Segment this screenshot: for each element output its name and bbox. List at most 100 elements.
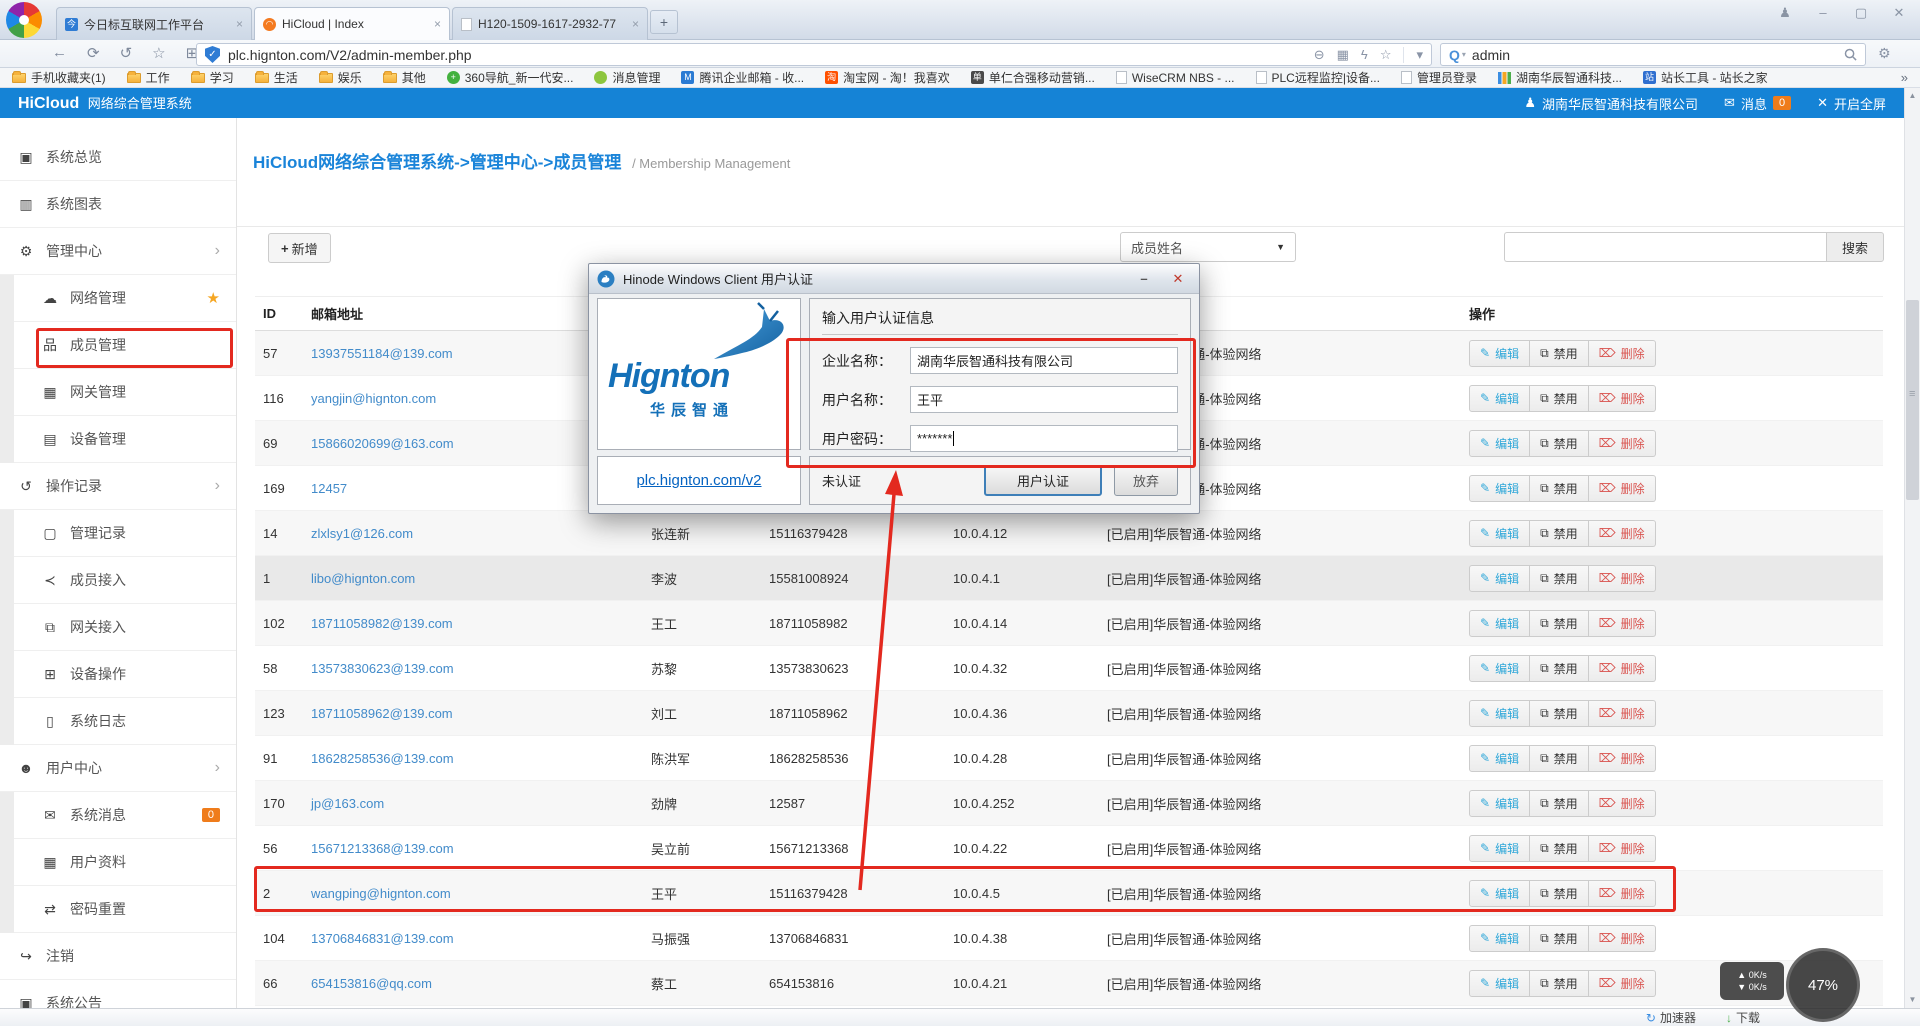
minimize-button[interactable]: – [1812,5,1834,21]
maximize-button[interactable]: ▢ [1850,5,1872,21]
disable-button[interactable]: ⧉禁用 [1530,790,1589,817]
dialog-minimize-button[interactable]: – [1131,271,1157,286]
sidebar-item-operation-records[interactable]: ↺操作记录› [0,463,236,510]
sidebar-item-user-profile[interactable]: ▦用户资料 [14,839,236,886]
browser-search-value[interactable]: admin [1472,47,1838,63]
row-email[interactable]: zlxlsy1@126.com [311,526,413,541]
bookmark-item[interactable]: +360导航_新一代安... [447,69,574,86]
edit-button[interactable]: ✎编辑 [1469,610,1530,637]
remove-button[interactable]: ⌦删除 [1589,385,1656,412]
sidebar-item-user-center[interactable]: ☻用户中心› [0,745,236,792]
qrcode-icon[interactable]: ▦ [1337,47,1349,63]
sidebar-item-system-logs[interactable]: ▯系统日志 [14,698,236,745]
edit-button[interactable]: ✎编辑 [1469,745,1530,772]
bookmarks-overflow-button[interactable]: » [1901,70,1908,85]
bookmark-item[interactable]: 学习 [191,69,234,86]
remove-button[interactable]: ⌦删除 [1589,430,1656,457]
row-email[interactable]: 18711058962@139.com [311,706,453,721]
bookmark-item[interactable]: 站站长工具 - 站长之家 [1643,69,1768,86]
company-field[interactable]: 湖南华辰智通科技有限公司 [910,347,1178,374]
disable-button[interactable]: ⧉禁用 [1530,430,1589,457]
search-engine-icon[interactable]: Q [1449,47,1460,63]
company-account[interactable]: ♟ 湖南华辰智通科技有限公司 [1524,94,1698,113]
sidebar-item-member-access[interactable]: ≺成员接入 [14,557,236,604]
disable-button[interactable]: ⧉禁用 [1530,565,1589,592]
sidebar-item-network-mgmt[interactable]: ☁网络管理★ [14,275,236,322]
edit-button[interactable]: ✎编辑 [1469,970,1530,997]
row-email[interactable]: 12457 [311,481,347,496]
row-email[interactable]: libo@hignton.com [311,571,415,586]
remove-button[interactable]: ⌦删除 [1589,565,1656,592]
remove-button[interactable]: ⌦删除 [1589,475,1656,502]
authenticate-button[interactable]: 用户认证 [984,465,1102,496]
sidebar-item-device-operations[interactable]: ⊞设备操作 [14,651,236,698]
edit-button[interactable]: ✎编辑 [1469,790,1530,817]
edit-button[interactable]: ✎编辑 [1469,880,1530,907]
sidebar-item-logout[interactable]: ↪注销 [0,933,236,980]
browser-search-box[interactable]: Q ▾ admin [1440,43,1866,66]
sidebar-item-admin-records[interactable]: ▢管理记录 [14,510,236,557]
disable-button[interactable]: ⧉禁用 [1530,385,1589,412]
disable-button[interactable]: ⧉禁用 [1530,745,1589,772]
row-email[interactable]: jp@163.com [311,796,384,811]
scroll-down-icon[interactable]: ▼ [1905,992,1920,1008]
bookmark-item[interactable]: WiseCRM NBS - ... [1116,71,1235,85]
sidebar-item-admin-center[interactable]: ⚙管理中心› [0,228,236,275]
edit-button[interactable]: ✎编辑 [1469,520,1530,547]
feedback-icon[interactable]: ♟ [1774,5,1796,21]
bookmark-item[interactable]: 湖南华辰智通科技... [1498,69,1622,86]
messages-menu[interactable]: ✉ 消息 0 [1724,94,1791,113]
edit-button[interactable]: ✎编辑 [1469,655,1530,682]
favorite-icon[interactable]: ☆ [152,44,165,62]
bookmark-item[interactable]: 生活 [255,69,298,86]
network-speed-widget[interactable]: ▲ 0K/s ▼ 0K/s [1720,962,1784,1000]
back-icon[interactable]: ← [52,44,67,62]
disable-button[interactable]: ⧉禁用 [1530,655,1589,682]
abandon-button[interactable]: 放弃 [1114,465,1178,496]
tab-close-icon[interactable]: × [434,17,441,31]
edit-button[interactable]: ✎编辑 [1469,385,1530,412]
bookmark-item[interactable]: 管理员登录 [1401,69,1477,86]
browser-tab[interactable]: ◠HiCloud | Index× [254,7,450,40]
tools-wrench-icon[interactable]: ⚙ [1878,45,1891,62]
disable-button[interactable]: ⧉禁用 [1530,520,1589,547]
address-bar[interactable]: ✓ plc.hignton.com/V2/admin-member.php ⊖ … [196,43,1432,66]
scrollbar-thumb[interactable] [1906,300,1919,500]
remove-button[interactable]: ⌦删除 [1589,970,1656,997]
edit-button[interactable]: ✎编辑 [1469,835,1530,862]
sidebar-item-gateway-mgmt[interactable]: ▦网关管理 [14,369,236,416]
forward-icon[interactable]: ⟳ [87,44,100,62]
refresh-icon[interactable]: ↺ [120,44,133,62]
remove-button[interactable]: ⌦删除 [1589,700,1656,727]
bookmark-item[interactable]: PLC远程监控|设备... [1256,69,1380,86]
new-tab-button[interactable]: + [650,10,678,34]
dialog-close-button[interactable]: ✕ [1165,271,1191,287]
row-email[interactable]: 15866020699@163.com [311,436,454,451]
bookmark-item[interactable]: 手机收藏夹(1) [12,69,106,86]
sidebar-item-system-overview[interactable]: ▣系统总览 [0,134,236,181]
bookmark-item[interactable]: 单单仁合强移动营销... [971,69,1095,86]
remove-button[interactable]: ⌦删除 [1589,340,1656,367]
flash-icon[interactable]: ϟ [1361,47,1368,62]
row-email[interactable]: 15671213368@139.com [311,841,454,856]
remove-button[interactable]: ⌦删除 [1589,880,1656,907]
edit-button[interactable]: ✎编辑 [1469,430,1530,457]
row-email[interactable]: wangping@hignton.com [311,886,451,901]
address-url[interactable]: plc.hignton.com/V2/admin-member.php [228,47,1306,63]
bookmark-item[interactable]: 淘淘宝网 - 淘！我喜欢 [825,69,950,86]
remove-button[interactable]: ⌦删除 [1589,745,1656,772]
tab-close-icon[interactable]: × [236,17,243,31]
sidebar-item-system-messages[interactable]: ✉系统消息0 [14,792,236,839]
scroll-up-icon[interactable]: ▲ [1905,88,1920,104]
browser-logo[interactable] [6,2,42,38]
browser-tab[interactable]: 今今日标互联网工作平台× [56,7,252,40]
edit-button[interactable]: ✎编辑 [1469,925,1530,952]
disable-button[interactable]: ⧉禁用 [1530,340,1589,367]
password-field[interactable]: ******* [910,425,1178,452]
disable-button[interactable]: ⧉禁用 [1530,475,1589,502]
remove-button[interactable]: ⌦删除 [1589,520,1656,547]
bookmark-item[interactable]: M腾讯企业邮箱 - 收... [681,69,804,86]
username-field[interactable]: 王平 [910,386,1178,413]
bookmark-item[interactable]: 消息管理 [594,69,660,86]
sidebar-item-gateway-access[interactable]: ⧉网关接入 [14,604,236,651]
